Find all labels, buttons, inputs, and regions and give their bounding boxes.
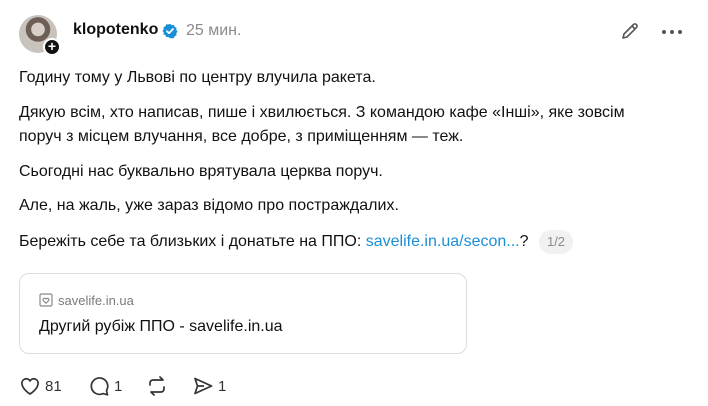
reply-count: 1: [114, 377, 123, 395]
thread-pager-badge[interactable]: 1/2: [538, 230, 574, 254]
pencil-icon[interactable]: [619, 20, 641, 42]
post-text-line: Але, на жаль, уже зараз відомо про постр…: [19, 197, 399, 214]
post-text-suffix: ?: [519, 233, 529, 251]
donate-link[interactable]: savelife.in.ua/secon...: [366, 233, 520, 250]
link-domain: savelife.in.ua: [58, 293, 134, 308]
follow-plus-icon[interactable]: +: [43, 38, 61, 56]
heart-icon: [21, 377, 39, 395]
avatar[interactable]: +: [19, 15, 61, 56]
username[interactable]: klopotenko: [73, 21, 158, 39]
link-title: Другий рубіж ППО - savelife.in.ua: [39, 318, 283, 335]
post-text-prefix: Бережіть себе та близьких і донатьте на …: [19, 233, 366, 251]
share-button[interactable]: 1: [192, 375, 226, 397]
post-text-line: Годину тому у Львові по центру влучила р…: [19, 69, 376, 86]
like-count: 81: [45, 377, 62, 395]
link-preview-card[interactable]: savelife.in.ua Другий рубіж ППО - saveli…: [19, 273, 467, 354]
comment-icon: [90, 377, 109, 396]
link-shield-icon: [39, 293, 53, 307]
post-text-line: Сьогодні нас буквально врятувала церква …: [19, 163, 383, 180]
post-text-line-last: Бережіть себе та близьких і донатьте на …: [19, 230, 574, 254]
post-text-line: Дякую всім, хто написав, пише і хвилюєть…: [19, 104, 625, 121]
post-text-line: поруч з місцем влучання, все добре, з пр…: [19, 128, 464, 145]
post-time: 25 мин.: [186, 22, 242, 39]
like-button[interactable]: 81: [19, 375, 62, 397]
reply-button[interactable]: 1: [88, 375, 122, 397]
more-dots-icon[interactable]: [660, 22, 684, 42]
repost-button[interactable]: [146, 375, 168, 397]
share-count: 1: [218, 377, 227, 395]
send-icon: [194, 377, 213, 395]
repost-icon: [149, 376, 165, 396]
verified-badge-icon: [162, 23, 178, 39]
